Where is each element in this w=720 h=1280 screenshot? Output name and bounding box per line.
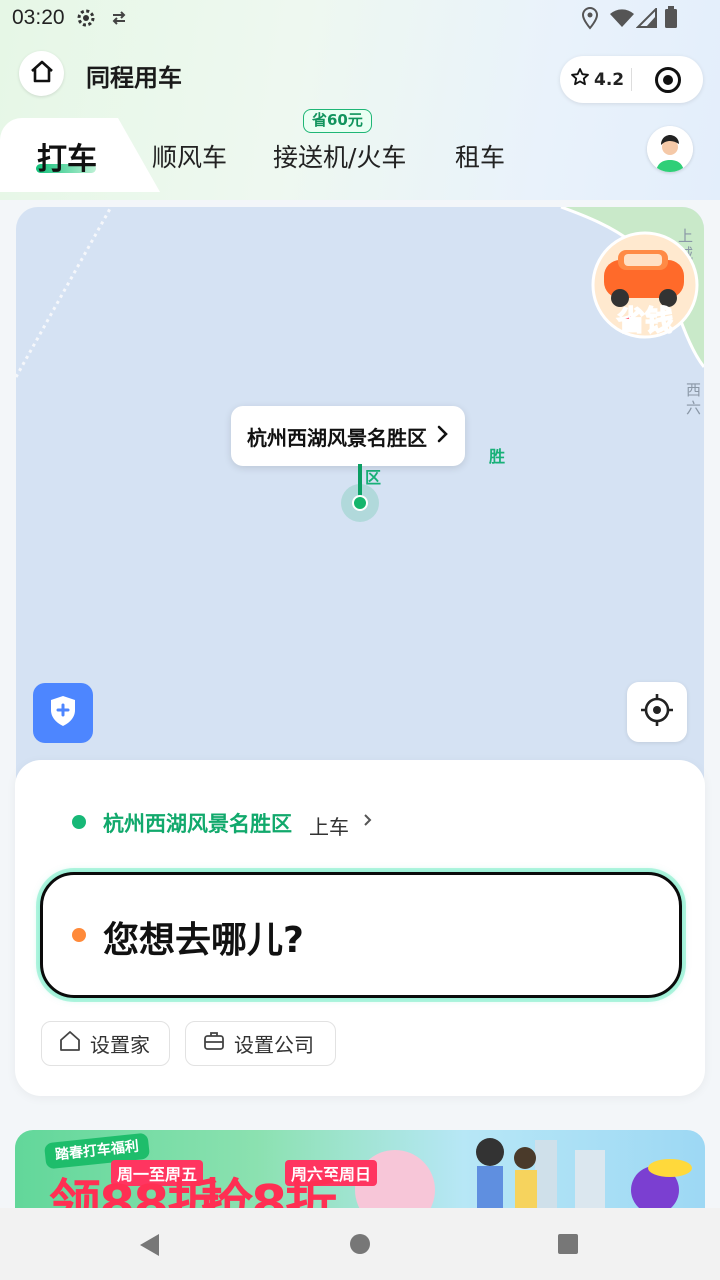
location-bubble[interactable]: 杭州西湖风景名胜区 bbox=[231, 406, 465, 466]
promo-badge: 省60元 bbox=[303, 109, 372, 133]
mini-program-capsule: 4.2 bbox=[560, 56, 703, 103]
star-icon bbox=[570, 67, 590, 92]
settings-icon bbox=[74, 6, 98, 34]
pickup-pin[interactable] bbox=[352, 495, 368, 511]
home-button[interactable] bbox=[19, 51, 64, 96]
home-nav-icon[interactable] bbox=[349, 1233, 371, 1259]
tab-rental[interactable]: 租车 bbox=[455, 138, 505, 174]
close-target-icon[interactable] bbox=[655, 67, 681, 93]
tab-taxi[interactable]: 打车 bbox=[37, 134, 97, 178]
pickup-chevron-icon[interactable] bbox=[362, 810, 374, 834]
briefcase-icon bbox=[202, 1029, 234, 1058]
banner-weekend-offer: 抢8折 bbox=[201, 1175, 337, 1208]
set-company-button[interactable]: 设置公司 bbox=[185, 1021, 336, 1066]
pickup-suffix: 上车 bbox=[309, 815, 349, 839]
location-bubble-text: 杭州西湖风景名胜区 bbox=[247, 425, 427, 450]
set-home-label: 设置家 bbox=[90, 1033, 150, 1057]
data-saver-icon bbox=[110, 9, 128, 31]
recents-icon[interactable] bbox=[557, 1233, 579, 1259]
savings-sticker[interactable]: 省钱 bbox=[590, 230, 700, 340]
home-icon bbox=[28, 58, 56, 90]
avatar[interactable] bbox=[647, 126, 693, 172]
page-title: 同程用车 bbox=[86, 64, 182, 92]
home-outline-icon bbox=[58, 1029, 90, 1058]
pickup-dot bbox=[72, 815, 86, 829]
map-label-fragment-2: 胜 bbox=[489, 447, 506, 466]
pickup-location[interactable]: 杭州西湖风景名胜区 bbox=[103, 808, 292, 838]
rating-value: 4.2 bbox=[594, 69, 625, 90]
locate-me-button[interactable] bbox=[627, 682, 687, 742]
destination-dot bbox=[72, 928, 86, 942]
shield-icon bbox=[48, 694, 78, 732]
status-bar: 03:20 bbox=[0, 0, 720, 38]
rating-button[interactable]: 4.2 bbox=[570, 56, 624, 103]
chevron-right-icon bbox=[435, 424, 449, 448]
status-time: 03:20 bbox=[12, 6, 65, 29]
promo-banner[interactable]: 踏春打车福利 周一至周五 领88折 周六至周日 抢8折 bbox=[15, 1130, 705, 1208]
capsule-divider bbox=[631, 68, 632, 91]
set-home-button[interactable]: 设置家 bbox=[41, 1021, 170, 1066]
savings-sticker-label: 省钱 bbox=[617, 304, 673, 337]
safety-button[interactable] bbox=[33, 683, 93, 743]
signal-icon bbox=[635, 6, 658, 32]
map-label-fragment: 区 bbox=[365, 468, 382, 487]
crosshair-icon bbox=[640, 693, 674, 731]
battery-icon bbox=[664, 6, 678, 32]
tab-airport-train[interactable]: 接送机/火车 bbox=[273, 138, 406, 174]
system-nav-bar bbox=[0, 1208, 720, 1280]
map-label-side: 西六 bbox=[686, 381, 702, 417]
destination-placeholder: 您想去哪儿? bbox=[103, 920, 304, 961]
location-status-icon bbox=[580, 6, 600, 34]
tab-carpool[interactable]: 顺风车 bbox=[152, 138, 227, 174]
banner-weekday-offer: 领88折 bbox=[49, 1175, 219, 1208]
back-icon[interactable] bbox=[137, 1232, 161, 1262]
set-company-label: 设置公司 bbox=[234, 1033, 314, 1057]
wifi-icon bbox=[609, 8, 635, 32]
